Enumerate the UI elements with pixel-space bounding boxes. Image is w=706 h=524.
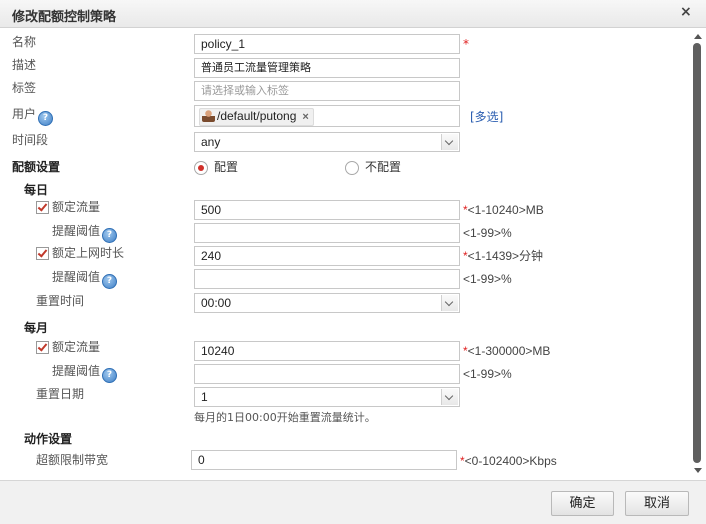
action-section-title: 动作设置	[24, 432, 73, 446]
scrollbar-thumb[interactable]	[693, 43, 701, 463]
daily-threshold-label: 提醒阈值?	[52, 223, 118, 243]
help-icon[interactable]: ?	[102, 228, 118, 243]
ok-button[interactable]: 确定	[551, 491, 614, 516]
time-select[interactable]: any	[194, 132, 460, 152]
name-required-mark: *	[463, 37, 469, 51]
monthly-traffic-checkbox[interactable]	[36, 341, 49, 354]
user-group-icon	[202, 109, 215, 122]
monthly-traffic-label: 额定流量	[52, 340, 101, 354]
daily-online-hint: *<1-1439>分钟	[463, 249, 544, 263]
tag-label: 标签	[12, 81, 37, 95]
scroll-down-icon[interactable]	[694, 468, 702, 473]
quota-config-radio[interactable]	[194, 161, 208, 175]
close-icon[interactable]: ×	[680, 4, 692, 20]
daily-traffic-hint: *<1-10240>MB	[463, 203, 544, 217]
quota-config-label: 配置	[214, 160, 239, 174]
user-label: 用户?	[12, 106, 54, 126]
monthly-section-title: 每月	[24, 321, 49, 335]
time-select-value: any	[201, 135, 221, 149]
scroll-up-icon[interactable]	[694, 34, 702, 39]
dialog-titlebar: 修改配额控制策略 ×	[0, 0, 706, 28]
chevron-down-icon[interactable]	[441, 134, 458, 150]
multi-select-link[interactable]: [多选]	[470, 108, 503, 125]
remove-tag-icon[interactable]: ×	[302, 111, 308, 123]
chevron-down-icon[interactable]	[441, 389, 458, 405]
cancel-button[interactable]: 取消	[625, 491, 689, 516]
help-icon[interactable]: ?	[102, 274, 118, 289]
monthly-reset-label: 重置日期	[36, 387, 85, 401]
daily-threshold-hint: <1-99>%	[463, 226, 512, 240]
desc-label: 描述	[12, 58, 37, 72]
daily-section-title: 每日	[24, 183, 49, 197]
daily-reset-label: 重置时间	[36, 294, 85, 308]
chevron-down-icon[interactable]	[441, 295, 458, 311]
name-input[interactable]: policy_1	[194, 34, 460, 54]
monthly-threshold-hint: <1-99>%	[463, 367, 512, 381]
daily-threshold2-label: 提醒阈值?	[52, 269, 118, 289]
dialog-title: 修改配额控制策略	[12, 10, 117, 25]
daily-reset-select[interactable]: 00:00	[194, 293, 460, 313]
monthly-traffic-hint: *<1-300000>MB	[463, 344, 551, 358]
quota-noconfig-radio[interactable]	[345, 161, 359, 175]
user-selector[interactable]: /default/putong ×	[194, 105, 460, 127]
daily-threshold2-input[interactable]	[194, 269, 460, 289]
tag-input[interactable]: 请选择或输入标签	[194, 81, 460, 101]
scrollbar[interactable]	[690, 28, 706, 480]
daily-traffic-input[interactable]: 500	[194, 200, 460, 220]
monthly-reset-note: 每月的1日00:00开始重置流量统计。	[194, 411, 376, 424]
quota-noconfig-label: 不配置	[365, 160, 402, 174]
help-icon[interactable]: ?	[38, 111, 54, 126]
desc-input[interactable]: 普通员工流量管理策略	[194, 58, 460, 78]
daily-reset-value: 00:00	[201, 296, 232, 310]
overlimit-input[interactable]: 0	[191, 450, 457, 470]
help-icon[interactable]: ?	[102, 368, 118, 383]
monthly-reset-value: 1	[201, 390, 208, 404]
dialog-body: 名称 policy_1 * 描述 普通员工流量管理策略 标签 请选择或输入标签 …	[0, 28, 690, 480]
daily-online-input[interactable]: 240	[194, 246, 460, 266]
overlimit-label: 超额限制带宽	[36, 453, 109, 467]
name-label: 名称	[12, 35, 37, 49]
monthly-threshold-input[interactable]	[194, 364, 460, 384]
overlimit-hint: *<0-102400>Kbps	[460, 454, 557, 468]
monthly-threshold-label: 提醒阈值?	[52, 363, 118, 383]
daily-traffic-checkbox[interactable]	[36, 201, 49, 214]
daily-online-label: 额定上网时长	[52, 246, 125, 260]
daily-traffic-label: 额定流量	[52, 200, 101, 214]
daily-threshold-input[interactable]	[194, 223, 460, 243]
daily-online-checkbox[interactable]	[36, 247, 49, 260]
user-tag: /default/putong ×	[199, 108, 314, 126]
daily-threshold2-hint: <1-99>%	[463, 272, 512, 286]
quota-section-title: 配额设置	[12, 160, 61, 174]
dialog-footer: 确定 取消	[0, 480, 706, 524]
time-label: 时间段	[12, 133, 49, 147]
monthly-traffic-input[interactable]: 10240	[194, 341, 460, 361]
monthly-reset-select[interactable]: 1	[194, 387, 460, 407]
